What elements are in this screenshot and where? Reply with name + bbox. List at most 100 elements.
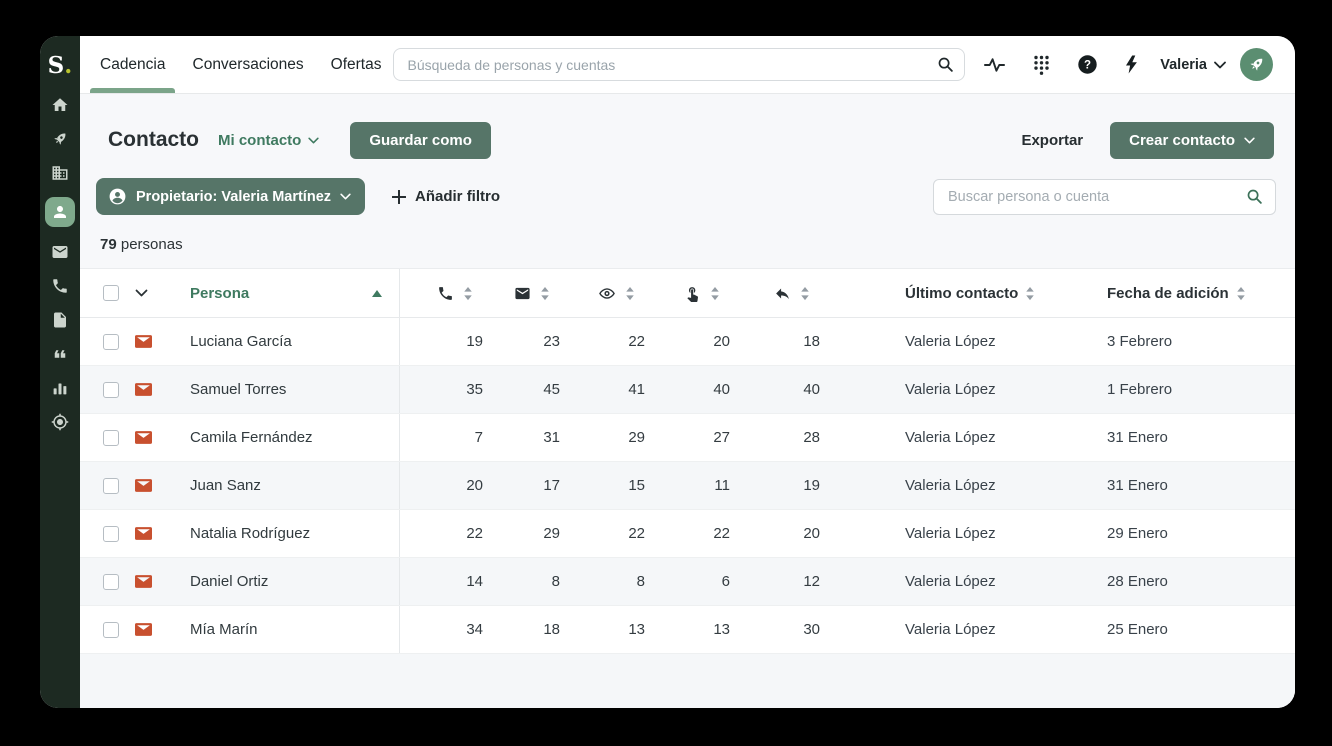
col-header-emails[interactable] [483,269,560,317]
date-added: 29 Enero [1107,510,1295,557]
export-button[interactable]: Exportar [1021,132,1083,149]
chevron-down-icon [1214,61,1226,69]
row-checkbox[interactable] [103,622,119,638]
global-search[interactable] [393,48,965,81]
table-row[interactable]: Mía Marín 34 18 13 13 30 Valeria López 2… [80,606,1295,654]
row-email-action[interactable] [124,558,152,605]
add-filter-button[interactable]: Añadir filtro [392,188,500,205]
sort-icon [1236,286,1246,301]
app-logo[interactable]: S. [48,45,73,87]
email-icon [135,479,152,492]
emails-count: 17 [483,462,560,509]
calls-count: 14 [400,558,483,605]
views-count: 15 [560,462,645,509]
tab-conversaciones[interactable]: Conversaciones [193,36,304,93]
sidebar-item-analytics[interactable] [45,378,75,397]
row-checkbox[interactable] [103,382,119,398]
eye-icon [598,285,616,302]
emails-count: 23 [483,318,560,365]
sidebar-item-email[interactable] [45,242,75,261]
tab-ofertas[interactable]: Ofertas [331,36,382,93]
nav-tabs: Cadencia Conversaciones Ofertas [100,36,381,93]
clicks-count: 27 [645,414,730,461]
col-header-persona[interactable]: Persona [152,269,400,317]
table-row[interactable]: Natalia Rodríguez 22 29 22 22 20 Valeria… [80,510,1295,558]
logo-letter: S [48,45,65,87]
row-email-action[interactable] [124,366,152,413]
row-checkbox[interactable] [103,574,119,590]
user-menu[interactable]: Valeria [1160,57,1226,73]
activity-button[interactable] [984,56,1005,74]
reply-icon [774,285,791,302]
tab-cadencia[interactable]: Cadencia [100,36,166,93]
email-icon [135,623,152,636]
email-icon [135,431,152,444]
help-button[interactable]: ? [1078,55,1097,74]
sidebar-item-targets[interactable] [45,412,75,431]
views-count: 41 [560,366,645,413]
date-added: 31 Enero [1107,462,1295,509]
automation-button[interactable] [1125,55,1138,74]
person-name[interactable]: Natalia Rodríguez [152,510,400,557]
col-header-fecha-adicion[interactable]: Fecha de adición [1107,269,1295,317]
row-checkbox[interactable] [103,526,119,542]
create-contact-button[interactable]: Crear contacto [1110,122,1274,159]
col-header-calls[interactable] [400,269,483,317]
table-row[interactable]: Luciana García 19 23 22 20 18 Valeria Ló… [80,318,1295,366]
person-name[interactable]: Daniel Ortiz [152,558,400,605]
sidebar-item-phone[interactable] [45,276,75,295]
sidebar-item-home[interactable] [45,95,75,114]
col-header-clicks[interactable] [645,269,730,317]
people-search-input[interactable] [948,189,1246,205]
col-header-views[interactable] [560,269,645,317]
people-search[interactable] [933,179,1276,215]
table-row[interactable]: Camila Fernández 7 31 29 27 28 Valeria L… [80,414,1295,462]
row-email-action[interactable] [124,462,152,509]
col-header-ultimo-contacto[interactable]: Último contacto [905,269,1107,317]
row-email-action[interactable] [124,510,152,557]
emails-count: 45 [483,366,560,413]
emails-count: 29 [483,510,560,557]
add-filter-label: Añadir filtro [415,188,500,205]
search-icon[interactable] [937,56,954,73]
sidebar-item-snippets[interactable] [45,344,75,363]
person-name[interactable]: Mía Marín [152,606,400,653]
sidebar-item-templates[interactable] [45,310,75,329]
chevron-down-icon [308,137,319,144]
row-checkbox[interactable] [103,334,119,350]
sidebar-item-people[interactable] [45,197,75,227]
bar-chart-icon [51,379,69,397]
avatar[interactable] [1240,48,1273,81]
people-table: Persona [80,268,1295,654]
global-search-input[interactable] [407,57,937,73]
dialer-button[interactable] [1033,55,1050,75]
person-name[interactable]: Luciana García [152,318,400,365]
person-name[interactable]: Samuel Torres [152,366,400,413]
click-icon [684,285,701,302]
row-email-action[interactable] [124,318,152,365]
bulk-actions-menu[interactable] [124,269,152,317]
owner-filter-chip[interactable]: Propietario: Valeria Martínez [96,178,365,215]
table-row[interactable]: Juan Sanz 20 17 15 11 19 Valeria López 3… [80,462,1295,510]
row-checkbox[interactable] [103,430,119,446]
row-checkbox[interactable] [103,478,119,494]
sidebar-item-cadence[interactable] [45,129,75,148]
sort-icon [800,286,810,301]
col-header-replies[interactable] [730,269,820,317]
person-name[interactable]: Camila Fernández [152,414,400,461]
row-email-action[interactable] [124,414,152,461]
views-count: 8 [560,558,645,605]
table-row[interactable]: Daniel Ortiz 14 8 8 6 12 Valeria López 2… [80,558,1295,606]
calls-count: 22 [400,510,483,557]
save-as-button[interactable]: Guardar como [350,122,491,159]
quote-icon [51,345,69,363]
view-selector[interactable]: Mi contacto [218,132,319,149]
table-row[interactable]: Samuel Torres 35 45 41 40 40 Valeria Lóp… [80,366,1295,414]
person-icon [51,203,69,221]
person-name[interactable]: Juan Sanz [152,462,400,509]
select-all-checkbox[interactable] [103,285,119,301]
date-added: 3 Febrero [1107,318,1295,365]
sidebar-item-accounts[interactable] [45,163,75,182]
row-email-action[interactable] [124,606,152,653]
search-icon[interactable] [1246,188,1263,205]
